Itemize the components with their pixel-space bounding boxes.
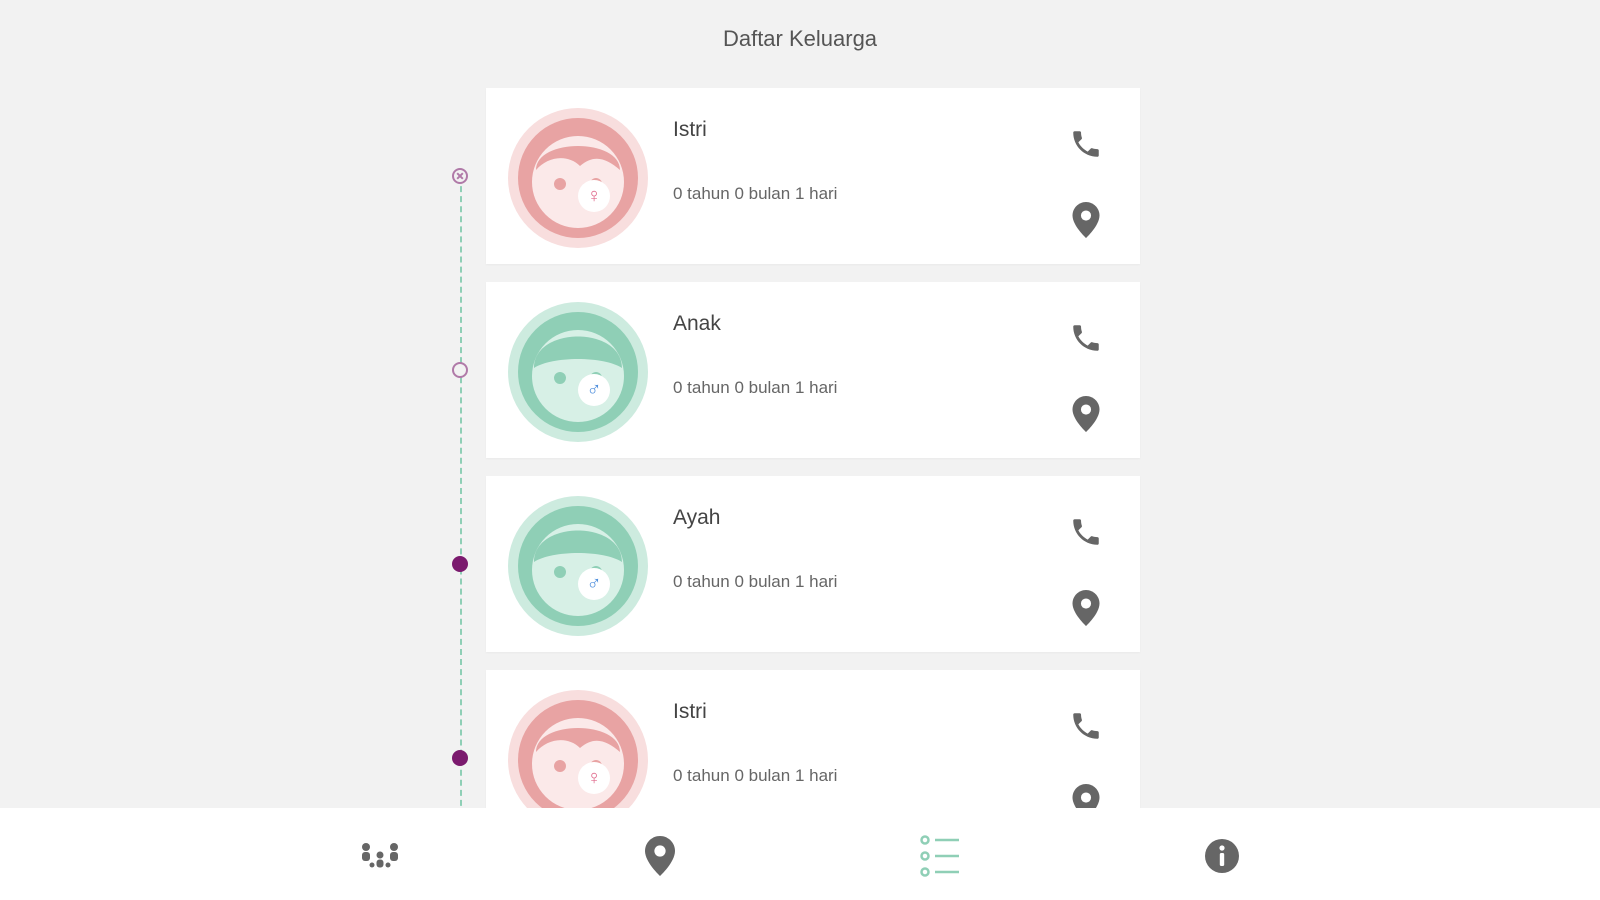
- family-icon[interactable]: [352, 828, 408, 884]
- location-pin-icon[interactable]: [632, 828, 688, 884]
- male-icon: ♂: [578, 374, 610, 406]
- page-title: Daftar Keluarga: [722, 26, 878, 51]
- location-pin-icon[interactable]: [1066, 394, 1106, 434]
- male-icon: ♂: [578, 568, 610, 600]
- member-name: Istri: [673, 118, 707, 141]
- female-icon: ♀: [578, 762, 610, 794]
- timeline-node: [452, 556, 468, 572]
- phone-icon[interactable]: [1066, 318, 1106, 358]
- female-icon: ♀: [578, 180, 610, 212]
- avatar: [508, 496, 648, 636]
- member-age: 0 tahun 0 bulan 1 hari: [673, 572, 838, 591]
- timeline-node: [452, 750, 468, 766]
- family-list-screen: Daftar Keluarga ♀ Istri 0 tahun 0 bulan …: [0, 0, 1600, 900]
- location-pin-icon[interactable]: [1066, 200, 1106, 240]
- timeline-line: [460, 176, 462, 808]
- avatar: [508, 302, 648, 442]
- phone-icon[interactable]: [1066, 512, 1106, 552]
- member-age: 0 tahun 0 bulan 1 hari: [673, 378, 838, 397]
- avatar: [508, 108, 648, 248]
- member-name: Istri: [673, 700, 707, 723]
- info-icon[interactable]: [1194, 828, 1250, 884]
- family-list[interactable]: ♀ Istri 0 tahun 0 bulan 1 hari ♂ Anak 0 …: [0, 80, 1600, 808]
- member-card[interactable]: ♀ Istri 0 tahun 0 bulan 1 hari: [486, 670, 1140, 808]
- avatar: [508, 690, 648, 808]
- list-icon[interactable]: [913, 828, 969, 884]
- member-card[interactable]: ♂ Anak 0 tahun 0 bulan 1 hari: [486, 282, 1140, 458]
- location-pin-icon[interactable]: [1066, 782, 1106, 808]
- member-card[interactable]: ♂ Ayah 0 tahun 0 bulan 1 hari: [486, 476, 1140, 652]
- phone-icon[interactable]: [1066, 706, 1106, 746]
- timeline-node: [452, 362, 468, 378]
- member-name: Ayah: [673, 506, 721, 529]
- member-name: Anak: [673, 312, 721, 335]
- member-age: 0 tahun 0 bulan 1 hari: [673, 184, 838, 203]
- bottom-navigation: [0, 808, 1600, 900]
- member-card[interactable]: ♀ Istri 0 tahun 0 bulan 1 hari: [486, 88, 1140, 264]
- timeline-node: [452, 168, 468, 184]
- member-age: 0 tahun 0 bulan 1 hari: [673, 766, 838, 785]
- location-pin-icon[interactable]: [1066, 588, 1106, 628]
- phone-icon[interactable]: [1066, 124, 1106, 164]
